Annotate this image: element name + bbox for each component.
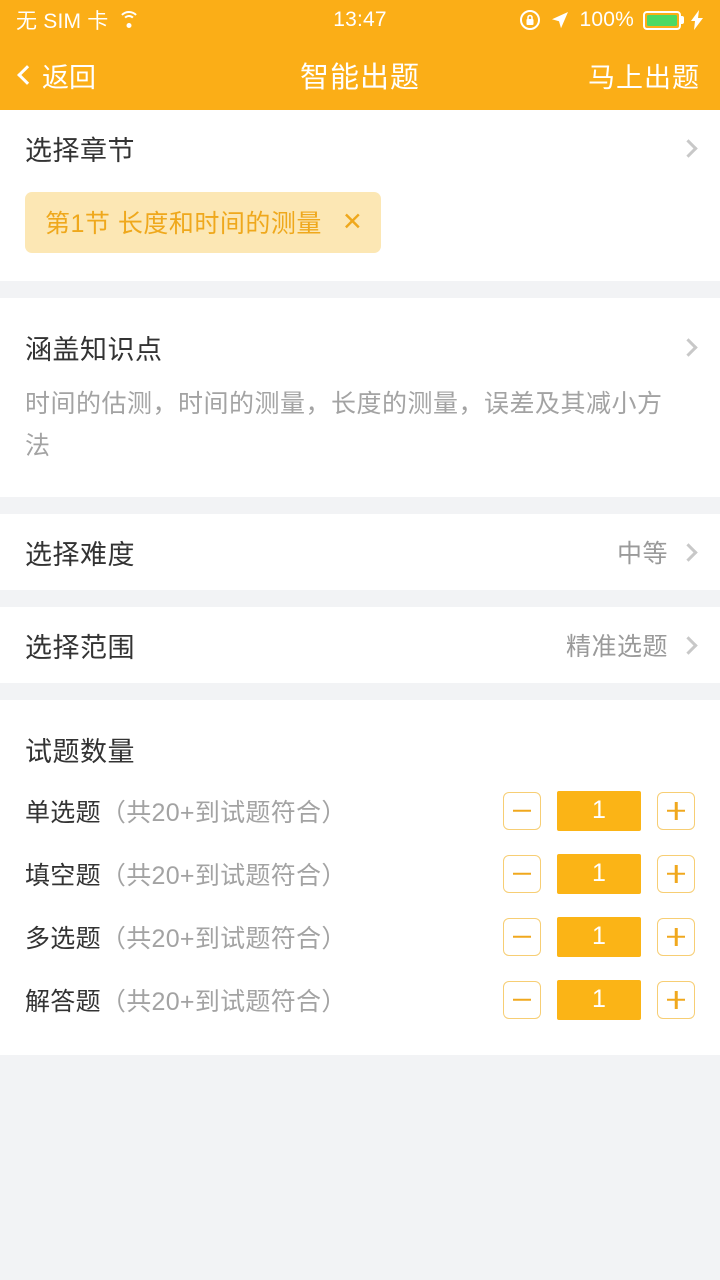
count-value[interactable]: 1 (557, 853, 641, 894)
section-divider (0, 497, 720, 514)
select-difficulty-value: 中等 (616, 540, 668, 568)
select-difficulty-label: 选择难度 (25, 539, 135, 570)
select-scope-row[interactable]: 选择范围 精准选题 (0, 607, 720, 683)
count-row-label: 解答题（共20+到试题符合） (25, 982, 347, 1018)
location-arrow-icon (550, 10, 570, 30)
count-row: 解答题（共20+到试题符合） 1 (0, 968, 720, 1031)
minus-icon[interactable] (503, 791, 541, 830)
select-difficulty-row[interactable]: 选择难度 中等 (0, 514, 720, 590)
knowledge-points-card[interactable]: 涵盖知识点 时间的估测，时间的测量，长度的测量，误差及其减小方法 (0, 298, 720, 497)
count-row: 单选题（共20+到试题符合） 1 (0, 779, 720, 842)
back-button-label: 返回 (42, 62, 96, 93)
chapter-chip-label: 第1节 长度和时间的测量 (45, 210, 322, 238)
minus-icon[interactable] (503, 980, 541, 1019)
count-row-note: （共20+到试题符合） (100, 987, 347, 1016)
section-divider (0, 281, 720, 298)
count-row-label: 单选题（共20+到试题符合） (25, 793, 347, 829)
chapter-chip[interactable]: 第1节 长度和时间的测量 ✕ (25, 192, 382, 253)
plus-icon[interactable] (657, 791, 695, 830)
plus-icon[interactable] (657, 980, 695, 1019)
chevron-right-icon (679, 635, 698, 655)
chevron-right-icon (679, 338, 698, 357)
plus-icon[interactable] (657, 917, 695, 956)
battery-percent-label: 100% (579, 8, 634, 31)
count-row-label: 填空题（共20+到试题符合） (25, 856, 347, 892)
selected-chapter-chips: 第1节 长度和时间的测量 ✕ (0, 186, 720, 281)
status-bar-left: 无 SIM 卡 (16, 5, 360, 35)
wifi-icon (117, 11, 141, 29)
app-screen: 无 SIM 卡 13:47 100% 返回 智能出题 马上出题 选择章节 第1节… (0, 0, 720, 1280)
battery-icon (643, 10, 681, 30)
select-chapter-row[interactable]: 选择章节 (0, 110, 720, 186)
close-icon[interactable]: ✕ (342, 209, 363, 235)
count-value[interactable]: 1 (557, 916, 641, 957)
select-chapter-label: 选择章节 (25, 135, 135, 166)
count-row-name: 单选题 (25, 798, 101, 827)
question-count-title: 试题数量 (25, 737, 135, 767)
difficulty-card: 选择难度 中等 (0, 514, 720, 590)
carrier-label: 无 SIM 卡 (16, 10, 109, 33)
question-count-card: 试题数量 单选题（共20+到试题符合） 1 填空题（共20+到试题符合） 1 多… (0, 700, 720, 1055)
minus-icon[interactable] (503, 917, 541, 956)
count-row-note: （共20+到试题符合） (100, 924, 347, 953)
count-row-name: 解答题 (25, 987, 101, 1016)
count-row: 填空题（共20+到试题符合） 1 (0, 842, 720, 905)
quantity-stepper: 1 (503, 853, 695, 894)
chevron-right-icon (679, 138, 698, 158)
count-row-label: 多选题（共20+到试题符合） (25, 919, 347, 955)
chapter-card: 选择章节 第1节 长度和时间的测量 ✕ (0, 110, 720, 281)
scope-card: 选择范围 精准选题 (0, 607, 720, 683)
back-button[interactable]: 返回 (17, 56, 96, 95)
count-row: 多选题（共20+到试题符合） 1 (0, 905, 720, 968)
knowledge-points-description: 时间的估测，时间的测量，长度的测量，误差及其减小方法 (25, 390, 663, 460)
status-bar: 无 SIM 卡 13:47 100% (0, 0, 720, 40)
lightning-bolt-icon (690, 10, 704, 30)
count-row-note: （共20+到试题符合） (100, 861, 347, 890)
quantity-stepper: 1 (503, 790, 695, 831)
nav-bar: 返回 智能出题 马上出题 (0, 40, 720, 110)
generate-now-button[interactable]: 马上出题 (588, 56, 700, 95)
rotation-lock-icon (519, 9, 541, 31)
knowledge-points-header[interactable]: 涵盖知识点 (0, 298, 720, 367)
section-divider (0, 683, 720, 700)
count-row-name: 多选题 (25, 924, 101, 953)
count-value[interactable]: 1 (557, 790, 641, 831)
quantity-stepper: 1 (503, 916, 695, 957)
count-row-name: 填空题 (25, 861, 101, 890)
chevron-left-icon (17, 64, 37, 85)
section-divider (0, 590, 720, 607)
minus-icon[interactable] (503, 854, 541, 893)
knowledge-points-label: 涵盖知识点 (25, 335, 163, 365)
status-bar-right: 100% (360, 8, 704, 32)
quantity-stepper: 1 (503, 979, 695, 1020)
select-scope-label: 选择范围 (25, 632, 135, 663)
count-value[interactable]: 1 (557, 979, 641, 1020)
count-row-note: （共20+到试题符合） (100, 798, 347, 827)
chevron-right-icon (679, 542, 698, 562)
select-scope-value: 精准选题 (565, 633, 668, 661)
plus-icon[interactable] (657, 854, 695, 893)
